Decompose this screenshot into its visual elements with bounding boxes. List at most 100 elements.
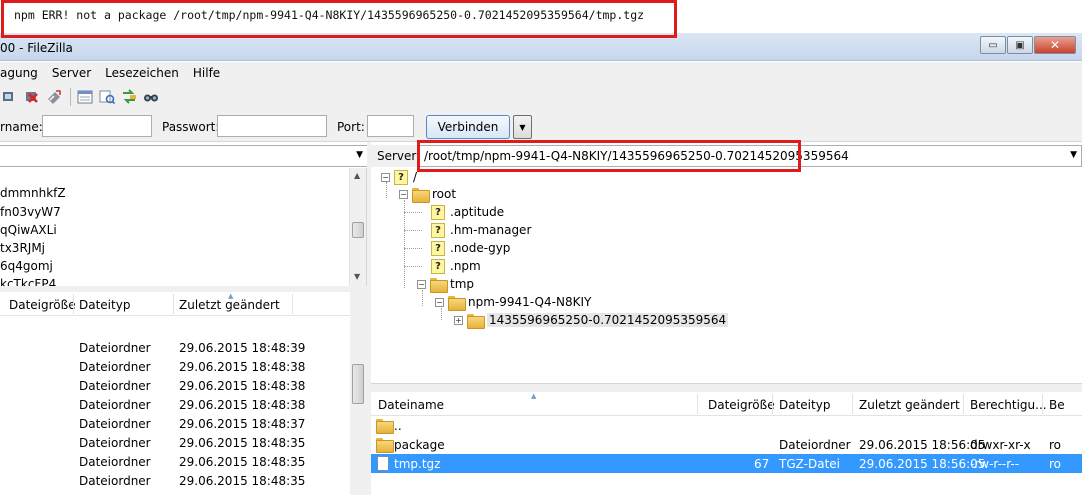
table-row[interactable]: Dateiordner 29.06.2015 18:48:38: [0, 357, 350, 376]
column-modified[interactable]: Zuletzt geändert: [859, 398, 960, 412]
column-divider[interactable]: [73, 294, 74, 314]
filetype-cell: TGZ-Datei: [779, 457, 840, 471]
table-row[interactable]: Dateiordner 29.06.2015 18:48:39: [0, 338, 350, 357]
column-divider[interactable]: [772, 394, 773, 414]
close-button[interactable]: ✕: [1034, 36, 1076, 54]
connect-button[interactable]: Verbinden: [426, 115, 510, 139]
filter-icon[interactable]: [97, 87, 117, 107]
column-filesize[interactable]: Dateigröße: [708, 398, 775, 412]
password-label: Passwort:: [162, 120, 220, 134]
local-tree-item[interactable]: 6q4gomj: [0, 259, 53, 273]
menu-help[interactable]: Hilfe: [193, 66, 220, 80]
tree-node-label: .aptitude: [450, 205, 505, 219]
table-row[interactable]: Dateiordner 29.06.2015 18:48:35: [0, 452, 350, 471]
filetype-cell: Dateiordner: [79, 379, 151, 393]
tree-node-npm[interactable]: ? .npm: [431, 257, 481, 275]
password-input[interactable]: [217, 115, 327, 137]
disconnect-icon[interactable]: [22, 87, 42, 107]
menu-bookmarks[interactable]: Lesezeichen: [105, 66, 179, 80]
table-row[interactable]: Dateiordner 29.06.2015 18:48:38: [0, 376, 350, 395]
port-input[interactable]: [367, 115, 414, 137]
modified-cell: 29.06.2015 18:56:05: [859, 438, 986, 452]
window-title: 00 - FileZilla: [0, 41, 73, 55]
collapse-icon[interactable]: −: [381, 172, 390, 182]
folder-icon: [376, 438, 394, 453]
scroll-thumb[interactable]: [352, 222, 364, 238]
table-row[interactable]: Dateiordner 29.06.2015 18:48:35: [0, 471, 350, 490]
table-row-tmp-tgz[interactable]: tmp.tgz 67 TGZ-Datei 29.06.2015 18:56:05…: [371, 454, 1082, 473]
collapse-icon[interactable]: −: [417, 279, 426, 289]
filetype-cell: Dateiordner: [79, 341, 151, 355]
folder-icon: [448, 295, 466, 311]
tree-node-root[interactable]: − root: [399, 185, 456, 203]
tree-node-aptitude[interactable]: ? .aptitude: [431, 203, 504, 221]
modified-cell: 29.06.2015 18:48:35: [179, 474, 306, 488]
reconnect-icon[interactable]: [0, 87, 20, 107]
compare-icon[interactable]: [75, 87, 95, 107]
tree-node-npm-dir[interactable]: − npm-9941-Q4-N8KIY: [435, 293, 591, 311]
column-filesize[interactable]: Dateigröße: [9, 298, 76, 312]
table-row[interactable]: Dateiordner 29.06.2015 18:48:37: [0, 414, 350, 433]
column-divider[interactable]: [852, 394, 853, 414]
tree-node-label: .npm: [450, 259, 481, 273]
tree-node-label: /: [413, 170, 418, 184]
column-filename[interactable]: Dateiname: [378, 398, 444, 412]
window-controls: ▭ ▣ ✕: [979, 36, 1076, 54]
remote-list-header: ▲ Dateiname Dateigröße Dateityp Zuletzt …: [371, 392, 1082, 416]
column-modified[interactable]: Zuletzt geändert: [179, 298, 280, 312]
expand-icon[interactable]: +: [454, 315, 463, 325]
chevron-down-icon[interactable]: ▼: [1070, 150, 1077, 160]
column-owner[interactable]: Be: [1049, 398, 1065, 412]
local-tree-scrollbar[interactable]: ▲ ▼: [349, 168, 366, 286]
tree-node-node-gyp[interactable]: ? .node-gyp: [431, 239, 510, 257]
username-input[interactable]: [42, 115, 152, 137]
local-tree-item[interactable]: dmmnhkfZ: [0, 186, 66, 200]
connect-history-dropdown[interactable]: ▼: [513, 115, 532, 139]
column-divider[interactable]: [292, 294, 293, 314]
modified-cell: 29.06.2015 18:48:38: [179, 398, 306, 412]
column-filetype[interactable]: Dateityp: [779, 398, 830, 412]
menu-transfer[interactable]: agung: [0, 66, 38, 80]
collapse-icon[interactable]: −: [435, 297, 444, 307]
tree-node-label: 1435596965250-0.7021452095359564: [487, 313, 729, 327]
table-row-parent-dir[interactable]: ..: [371, 416, 1082, 435]
local-list-scrollbar[interactable]: [350, 292, 367, 495]
search-icon[interactable]: [141, 87, 161, 107]
tree-connector: [404, 200, 405, 288]
table-row[interactable]: Dateiordner 29.06.2015 18:48:38: [0, 395, 350, 414]
tree-node-hm-manager[interactable]: ? .hm-manager: [431, 221, 531, 239]
table-row[interactable]: Dateiordner 29.06.2015 18:48:35: [0, 433, 350, 452]
folder-icon: [467, 313, 485, 329]
column-divider[interactable]: [963, 394, 964, 414]
local-tree-item[interactable]: qQiwAXLi: [0, 223, 57, 237]
modified-cell: 29.06.2015 18:48:38: [179, 379, 306, 393]
folder-icon: [376, 419, 394, 434]
column-divider[interactable]: [1042, 394, 1043, 414]
scroll-down-icon[interactable]: ▼: [354, 272, 360, 281]
table-row-package[interactable]: package Dateiordner 29.06.2015 18:56:05 …: [371, 435, 1082, 454]
maximize-button[interactable]: ▣: [1007, 36, 1033, 54]
modified-cell: 29.06.2015 18:48:35: [179, 455, 306, 469]
local-path-combo[interactable]: ▼: [0, 145, 368, 167]
local-tree-item[interactable]: kcTkcFP4: [0, 277, 56, 286]
local-tree-item[interactable]: tx3RJMj: [0, 241, 45, 255]
chevron-down-icon[interactable]: ▼: [356, 150, 363, 160]
sync-browse-icon[interactable]: [119, 87, 139, 107]
tree-node-root-slash[interactable]: − ? /: [381, 168, 417, 186]
scroll-thumb[interactable]: [352, 364, 364, 404]
menu-server[interactable]: Server: [52, 66, 91, 80]
tree-node-tmp[interactable]: − tmp: [417, 275, 474, 293]
cancel-queue-icon[interactable]: [44, 87, 64, 107]
column-filetype[interactable]: Dateityp: [79, 298, 130, 312]
column-divider[interactable]: [173, 294, 174, 314]
local-tree-item[interactable]: fn03vyW7: [0, 205, 61, 219]
column-divider[interactable]: [697, 394, 698, 414]
tree-node-label: root: [432, 187, 457, 201]
minimize-button[interactable]: ▭: [980, 36, 1006, 54]
remote-file-list: .. package Dateiordner 29.06.2015 18:56:…: [371, 416, 1082, 495]
remote-pane-splitter[interactable]: [371, 384, 1082, 392]
collapse-icon[interactable]: −: [399, 189, 408, 199]
tree-node-selected-dir[interactable]: + 1435596965250-0.7021452095359564: [454, 311, 729, 329]
scroll-up-icon[interactable]: ▲: [354, 171, 360, 180]
column-permissions[interactable]: Berechtigu...: [970, 398, 1047, 412]
